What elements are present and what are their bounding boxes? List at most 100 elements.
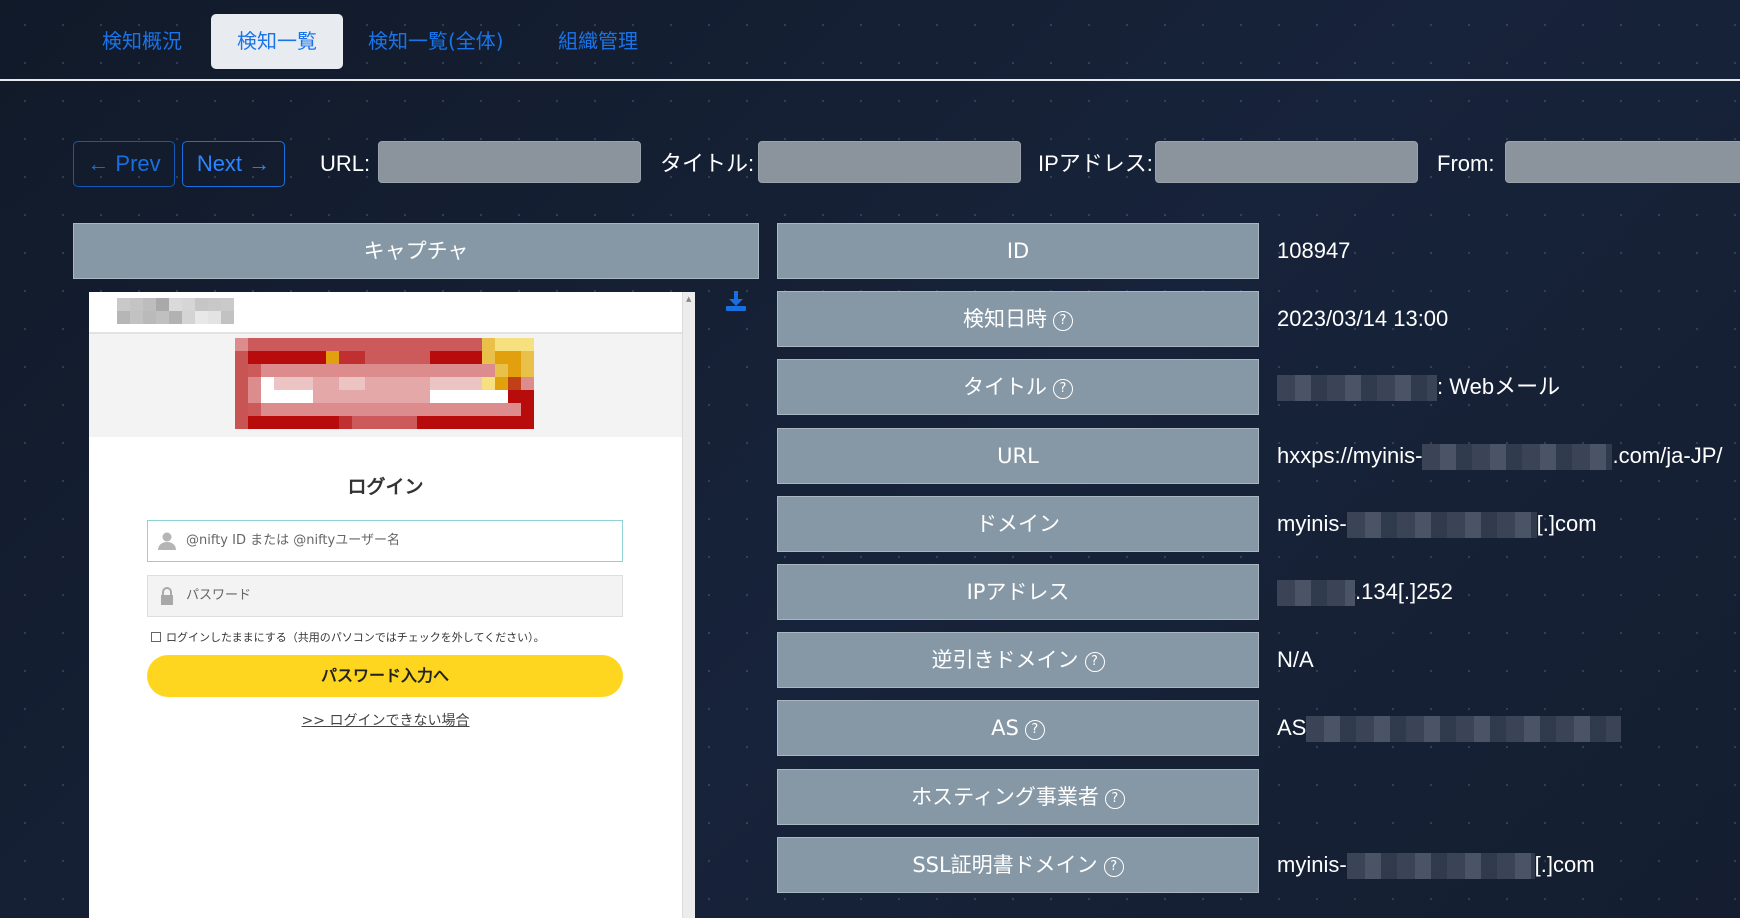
scroll-up-icon[interactable]: ▲ [686,295,691,303]
detail-value: 108947 [1277,238,1351,263]
banner-pixel [378,351,391,364]
banner-pixel [469,390,482,403]
download-icon[interactable] [725,290,747,312]
banner-pixel [326,403,339,416]
detail-value: : Webメール [1277,359,1560,415]
tab-detection-list[interactable]: 検知一覧 [211,14,343,69]
ip-filter-input[interactable] [1155,141,1418,183]
value-prefix: myinis- [1277,852,1347,877]
keep-logged-in-checkbox [151,632,161,642]
banner-pixel [261,390,274,403]
banner-pixel [313,364,326,377]
banner-pixel [326,364,339,377]
banner-pixel [430,364,443,377]
banner-pixel [469,338,482,351]
password-field: パスワード [147,575,623,617]
banner-pixel [339,403,352,416]
banner-pixel [352,351,365,364]
banner-pixel [482,403,495,416]
help-icon[interactable]: ? [1053,311,1073,331]
banner-pixel [482,351,495,364]
banner-pixel [365,390,378,403]
help-icon[interactable]: ? [1103,857,1124,877]
banner-pixel [339,351,352,364]
banner-pixel [456,338,469,351]
banner-pixel [261,338,274,351]
banner-pixel [456,390,469,403]
detail-label-text: ドメイン [976,512,1060,536]
banner-pixel [508,377,521,390]
banner-pixel [378,390,391,403]
tab-detection-overview[interactable]: 検知概況 [80,14,204,69]
banner-pixel [274,416,287,429]
banner-pixel [300,416,313,429]
banner-pixel [456,351,469,364]
banner-pixel [235,338,248,351]
banner-pixel [495,390,508,403]
banner-pixel [300,403,313,416]
banner-pixel [287,377,300,390]
detail-label: IPアドレス [777,564,1259,620]
banner-pixel [326,390,339,403]
username-field: @nifty ID または @niftyユーザー名 [147,520,623,562]
banner-pixel [248,390,261,403]
help-icon[interactable]: ? [1053,379,1073,399]
next-button[interactable]: Next → [182,141,285,187]
banner-pixel [248,403,261,416]
password-next-button: パスワード入力へ [147,655,623,697]
redacted-logo [117,298,234,324]
banner-pixel [404,364,417,377]
banner-pixel [482,338,495,351]
banner-pixel [391,416,404,429]
help-icon[interactable]: ? [1024,720,1045,740]
lock-icon [161,587,173,605]
detail-value: hxxps://myinis- .com/ja-JP/ [1277,428,1723,484]
banner-pixel [300,338,313,351]
tab-organization-management[interactable]: 組織管理 [536,14,660,69]
detail-label-text: AS [991,716,1019,740]
help-icon[interactable]: ? [1084,652,1105,672]
banner-pixel [339,416,352,429]
banner-pixel [469,403,482,416]
banner-pixel [495,403,508,416]
banner-pixel [508,403,521,416]
banner-pixel [365,377,378,390]
banner-pixel [378,338,391,351]
banner-pixel [326,351,339,364]
redacted-block [1277,580,1355,607]
screenshot-scrollbar[interactable]: ▲ [682,292,695,918]
banner-pixel [378,416,391,429]
cant-login-link: >> ログインできない場合 [301,713,470,729]
banner-pixel [261,416,274,429]
detail-label: 逆引きドメイン? [777,632,1259,688]
banner-pixel [443,390,456,403]
banner-pixel [235,377,248,390]
title-filter-label: タイトル: [660,151,755,176]
url-filter-input[interactable] [378,141,641,183]
banner-pixel [274,377,287,390]
banner-pixel [443,403,456,416]
redacted-block [1422,444,1613,471]
help-icon[interactable]: ? [1104,789,1125,809]
tab-detection-list-all[interactable]: 検知一覧(全体) [346,14,526,69]
banner-pixel [404,377,417,390]
banner-pixel [430,416,443,429]
banner-pixel [235,416,248,429]
banner-pixel [326,377,339,390]
detail-label-text: ホスティング事業者 [911,785,1099,809]
banner-pixel [378,364,391,377]
banner-pixel [235,390,248,403]
title-filter-input[interactable] [758,141,1021,183]
banner-pixel [313,377,326,390]
banner-pixel [417,338,430,351]
value-suffix: : Webメール [1437,374,1561,399]
capture-screenshot: ログイン @nifty ID または @niftyユーザー名 パスワード ログイ… [89,292,695,918]
prev-button[interactable]: ← Prev [73,141,175,187]
banner-pixel [261,403,274,416]
banner-pixel [248,338,261,351]
banner-pixel [508,351,521,364]
banner-pixel [300,351,313,364]
from-filter-input[interactable] [1505,141,1740,183]
banner-pixel [339,390,352,403]
banner-pixel [521,338,534,351]
